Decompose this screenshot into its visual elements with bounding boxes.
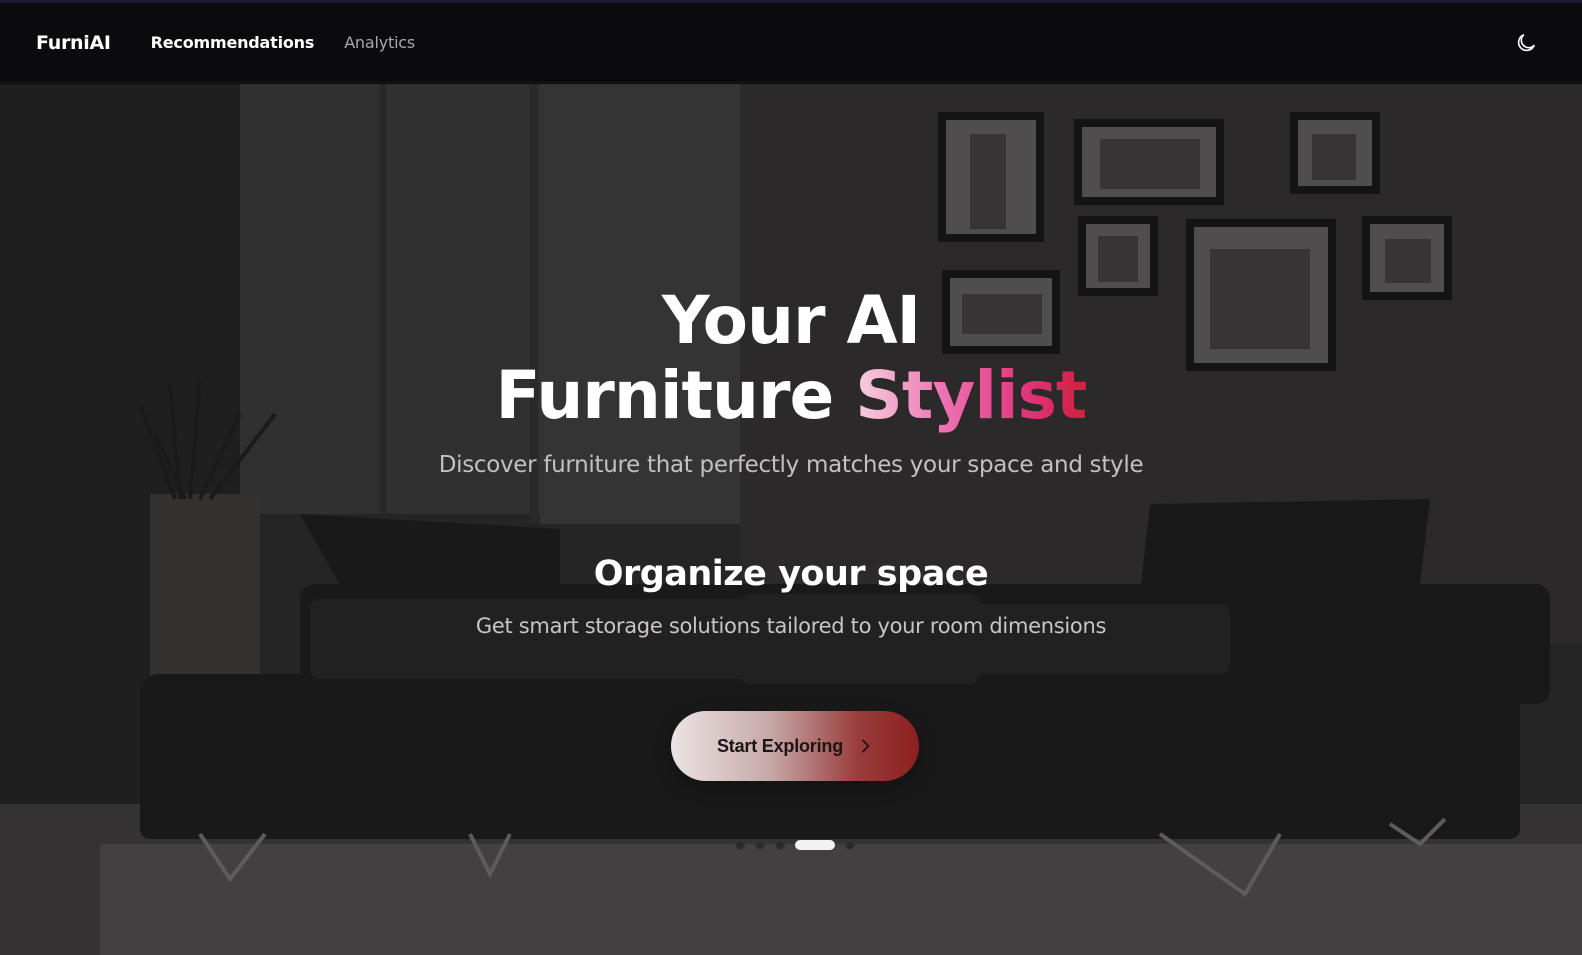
carousel-dot-5[interactable] <box>845 840 855 850</box>
carousel-dot-1[interactable] <box>735 840 745 850</box>
moon-icon[interactable] <box>1514 31 1538 55</box>
hero-headline-plain: Furniture <box>495 357 856 434</box>
hero-headline-line-2: Furniture Stylist <box>0 359 1582 433</box>
carousel-dot-4-active[interactable] <box>795 840 835 850</box>
chevron-right-icon <box>859 739 873 753</box>
carousel-dot-2[interactable] <box>755 840 765 850</box>
hero-subtitle: Discover furniture that perfectly matche… <box>438 452 1144 478</box>
hero-content: Your AI Furniture Stylist Discover furni… <box>0 84 1582 955</box>
carousel-dot-3[interactable] <box>775 840 785 850</box>
brand-logo[interactable]: FurniAI <box>36 32 111 54</box>
top-navbar: FurniAI Recommendations Analytics <box>0 3 1582 83</box>
hero-headline-accent: Stylist <box>855 357 1087 434</box>
hero-section: Your AI Furniture Stylist Discover furni… <box>0 84 1582 955</box>
nav-link-recommendations[interactable]: Recommendations <box>151 33 315 52</box>
hero-headline-line-1: Your AI <box>661 282 921 359</box>
start-exploring-button[interactable]: Start Exploring <box>671 711 919 781</box>
carousel-indicators <box>735 839 865 851</box>
nav-link-analytics[interactable]: Analytics <box>344 33 415 52</box>
carousel-slide-title: Organize your space <box>593 554 989 594</box>
carousel-slide-description: Get smart storage solutions tailored to … <box>475 614 1107 638</box>
start-exploring-label: Start Exploring <box>716 735 843 756</box>
